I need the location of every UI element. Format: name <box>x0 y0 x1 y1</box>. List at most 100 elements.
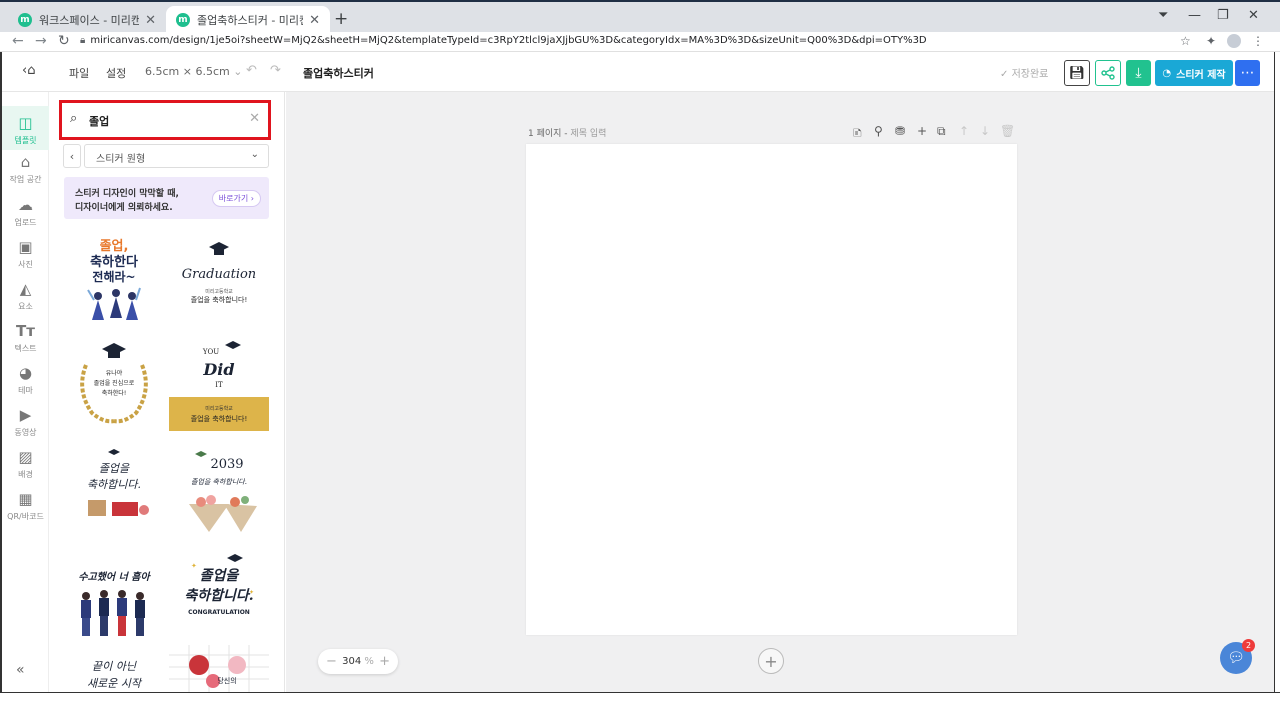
delete-page-icon[interactable]: 🗑︎ <box>1000 124 1015 138</box>
template-card[interactable]: 졸업을 축하합니다. CONGRATULATION ✦ ✦ <box>169 544 269 644</box>
template-text: 미리고등학교 <box>205 405 233 412</box>
share-button[interactable] <box>1095 60 1121 86</box>
save-button[interactable]: 💾︎ <box>1064 60 1090 86</box>
minimize-icon[interactable]: — <box>1188 8 1201 23</box>
template-card[interactable]: Graduation 미리고등학교 졸업을 축하합니다! <box>169 230 269 330</box>
sidebar-item-video[interactable]: ▶ 동영상 <box>2 406 49 438</box>
template-card[interactable]: 졸업을 축하합니다. <box>64 444 164 534</box>
extensions-puzzle-icon[interactable]: ✦ <box>1206 34 1216 48</box>
sidebar-item-template[interactable]: ◫ 템플릿 <box>2 106 49 150</box>
home-back-icon[interactable]: ‹⌂ <box>22 63 35 78</box>
sidebar-item-text[interactable]: Tт 텍스트 <box>2 322 49 354</box>
template-text: 축하한다! <box>102 389 127 397</box>
collapse-panel-icon[interactable]: « <box>16 662 25 678</box>
more-options-button[interactable]: ⋯ <box>1235 60 1260 86</box>
chat-support-button[interactable]: 💬︎ 2 <box>1220 639 1255 674</box>
workspace-icon: ⌂ <box>20 153 31 171</box>
template-text: 미리고등학교 <box>205 288 233 295</box>
sidebar-item-photo[interactable]: ▣ 사진 <box>2 238 49 270</box>
window-border-bottom <box>0 692 1280 702</box>
sidebar-item-upload[interactable]: ☁ 업로드 <box>2 196 49 228</box>
template-card[interactable]: 수고했어 너 흠아 <box>64 544 164 644</box>
template-text: Graduation <box>182 267 256 282</box>
restore-icon[interactable]: ❐ <box>1217 8 1229 23</box>
profile-avatar[interactable] <box>1227 34 1241 48</box>
make-sticker-button[interactable]: ◔ 스티커 제작 <box>1155 60 1233 86</box>
bookmark-star-icon[interactable]: ☆ <box>1180 34 1191 48</box>
page-title-input[interactable]: 제목 입력 <box>570 129 606 139</box>
zoom-value[interactable]: 304 % <box>342 656 374 667</box>
url-field[interactable]: 🔒︎ miricanvas.com/design/1je5oi?sheetW=Mj… <box>80 35 927 46</box>
template-text: 졸업, <box>100 239 129 254</box>
template-card[interactable]: 끝이 아닌 새로운 시작 <box>64 650 164 692</box>
undo-icon[interactable]: ↶ <box>246 63 257 78</box>
reload-icon[interactable]: ↻ <box>58 33 70 49</box>
search-value: 졸업 <box>89 115 110 128</box>
make-sticker-label: 스티커 제작 <box>1176 69 1226 81</box>
designer-request-banner[interactable]: 스티커 디자인이 막막할 때, 디자이너에게 의뢰하세요. 바로가기 › <box>64 177 269 219</box>
miricanvas-favicon-icon: m <box>176 13 190 27</box>
zoom-in-icon[interactable]: + <box>379 654 390 669</box>
sidebar-item-qr[interactable]: ▦ QR/바코드 <box>2 490 49 522</box>
move-page-down-icon[interactable]: ↓ <box>980 124 990 138</box>
tab-graduation-sticker[interactable]: m 졸업축하스티커 - 미리캔버스 ✕ <box>166 6 330 34</box>
browser-menu-icon[interactable]: ⋮ <box>1252 34 1264 48</box>
canvas-size-dropdown[interactable]: 6.5cm × 6.5cm ⌄ <box>145 65 242 78</box>
sidebar-item-elements[interactable]: ◭ 요소 <box>2 280 49 312</box>
add-page-icon[interactable]: + <box>917 124 927 138</box>
template-text: YOU <box>202 348 219 356</box>
search-icon: ⌕ <box>70 111 78 126</box>
template-text: 졸업을 진심으로 <box>94 379 135 387</box>
duplicate-page-icon[interactable]: ⧉ <box>937 124 946 139</box>
sidebar-item-theme[interactable]: ◕ 테마 <box>2 364 49 396</box>
menu-file[interactable]: 파일 <box>69 65 89 81</box>
design-artboard[interactable] <box>526 144 1017 635</box>
zoom-out-icon[interactable]: − <box>326 654 337 669</box>
chevron-down-icon: ⌄ <box>233 65 243 78</box>
sidebar-item-background[interactable]: ▨ 배경 <box>2 448 49 480</box>
close-icon[interactable]: ✕ <box>309 13 320 28</box>
download-button[interactable]: ⤓ <box>1126 60 1151 86</box>
add-page-button[interactable]: + <box>758 648 784 674</box>
template-text: 졸업을 축하합니다! <box>191 414 248 423</box>
new-tab-plus-icon[interactable]: + <box>334 9 348 29</box>
move-page-up-icon[interactable]: ↑ <box>959 124 969 138</box>
page-memo-icon[interactable]: 🗈︎ <box>853 124 862 145</box>
sticker-icon: ◔ <box>1162 67 1172 79</box>
sidebar-item-workspace[interactable]: ⌂ 작업 공간 <box>2 153 49 185</box>
tab-workspace[interactable]: m 워크스페이스 - 미리캔버스 ✕ <box>8 6 166 34</box>
back-arrow-icon[interactable]: ← <box>12 33 24 49</box>
template-card[interactable]: 당신의 <box>169 645 269 692</box>
redo-icon[interactable]: ↷ <box>270 63 281 78</box>
browser-tab-bar: m 워크스페이스 - 미리캔버스 ✕ m 졸업축하스티커 - 미리캔버스 ✕ +… <box>0 0 1280 34</box>
category-select[interactable]: 스티커 원형 ⌄ <box>84 144 269 168</box>
template-graphic: 졸업을 축하합니다. CONGRATULATION ✦ ✦ <box>184 554 254 616</box>
checkmark-icon: ✓ <box>1000 69 1012 80</box>
svg-text:✦: ✦ <box>191 562 197 570</box>
window-close-icon[interactable]: ✕ <box>1248 8 1259 23</box>
forward-arrow-icon[interactable]: → <box>35 33 47 49</box>
close-icon[interactable]: ✕ <box>145 13 156 28</box>
template-text: 축하합니다. <box>184 588 253 604</box>
fill-bucket-icon[interactable]: ⛃ <box>895 124 905 138</box>
template-graphic: 수고했어 너 흠아 <box>78 571 151 636</box>
template-card[interactable]: 2039 졸업을 축하합니다. <box>169 444 269 539</box>
template-card[interactable]: 유나야 졸업을 진심으로 축하한다! <box>64 335 164 435</box>
tab-label: 워크스페이스 - 미리캔버스 <box>39 14 140 27</box>
template-graphic: 2039 졸업을 축하합니다. <box>189 451 257 532</box>
menu-settings[interactable]: 설정 <box>106 65 126 81</box>
search-input[interactable]: ⌕ 졸업 ✕ <box>59 100 271 140</box>
template-card[interactable]: 졸업, 축하한다 전해라~ <box>64 230 164 330</box>
promo-go-button[interactable]: 바로가기 › <box>211 190 261 207</box>
category-back-button[interactable]: ‹ <box>63 144 81 168</box>
template-card[interactable]: YOU Did IT 미리고등학교 졸업을 축하합니다! <box>169 335 269 435</box>
account-menu-icon[interactable]: ⏷ <box>1158 8 1168 23</box>
elements-icon: ◭ <box>19 280 32 298</box>
template-text: 2039 <box>210 457 243 472</box>
lock-icon: 🔒︎ <box>80 35 86 46</box>
document-title[interactable]: 졸업축하스티커 <box>303 65 374 81</box>
clear-search-icon[interactable]: ✕ <box>249 111 260 126</box>
svg-text:✦: ✦ <box>249 589 254 596</box>
animation-icon[interactable]: ⚲ <box>874 124 883 138</box>
template-text: 축하합니다. <box>87 478 141 491</box>
